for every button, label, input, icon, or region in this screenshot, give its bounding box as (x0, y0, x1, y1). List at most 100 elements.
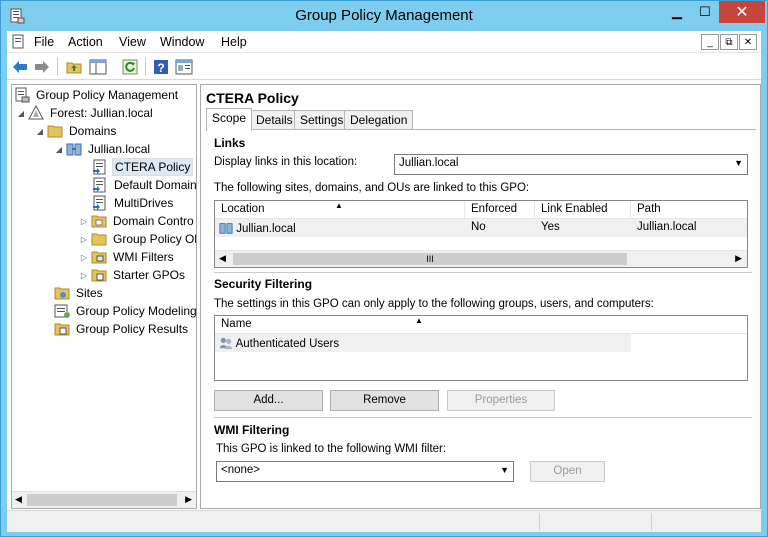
details-pane: CTERA Policy Scope Details Settings Dele… (200, 84, 761, 509)
menu-window[interactable]: Window (160, 35, 204, 49)
link-location-cell: Jullian.local (215, 219, 465, 237)
results-icon (54, 323, 70, 336)
scroll-right-icon[interactable]: ▶ (735, 253, 742, 264)
users-group-icon (219, 337, 233, 350)
menu-action[interactable]: Action (68, 35, 103, 49)
tree-label: Starter GPOs (113, 268, 186, 282)
tab-details[interactable]: Details (250, 110, 299, 130)
refresh-icon[interactable] (121, 58, 139, 76)
scroll-left-icon[interactable]: ◀ (15, 494, 22, 505)
links-location-dropdown[interactable]: Jullian.local ▼ (394, 154, 748, 175)
tree-node-default-domain[interactable]: Default Domain (92, 176, 196, 194)
mmc-document-icon[interactable] (11, 34, 27, 50)
tree-node-domains[interactable]: ◢ Domains (35, 122, 118, 140)
tab-delegation[interactable]: Delegation (344, 110, 414, 130)
minimize-button[interactable]: ▁ (663, 1, 691, 23)
link-path-cell: Jullian.local (637, 221, 697, 233)
column-link-enabled[interactable]: Link Enabled (535, 201, 631, 219)
up-folder-icon[interactable] (65, 58, 83, 76)
table-row[interactable]: Authenticated Users (215, 334, 631, 352)
tree-node-multidrives[interactable]: MultiDrives (92, 194, 175, 212)
close-button[interactable]: ✕ (719, 1, 765, 23)
column-enforced[interactable]: Enforced (465, 201, 535, 219)
tab-settings[interactable]: Settings (294, 110, 350, 130)
link-enabled-cell: Yes (541, 221, 560, 233)
folder-icon (91, 233, 107, 246)
scroll-left-icon[interactable]: ◀ (219, 253, 226, 264)
properties-icon[interactable] (175, 58, 193, 76)
links-list[interactable]: Location ▲ Enforced Link Enabled Path Ju… (214, 200, 748, 268)
tree-node-domain-controllers[interactable]: ▷ Domain Contro (79, 212, 196, 230)
table-row[interactable]: Jullian.local No Yes Jullian.local (215, 219, 747, 237)
folder-icon (91, 269, 107, 282)
tree-horizontal-scrollbar[interactable]: ◀ ▶ (12, 491, 196, 508)
security-list[interactable]: Name ▲ Authenticated Users (214, 315, 748, 381)
tree-node-gp-modeling[interactable]: Group Policy Modeling (54, 302, 196, 320)
remove-button[interactable]: Remove (330, 390, 439, 411)
wmi-filter-value: <none> (221, 464, 261, 476)
properties-button[interactable]: Properties (447, 390, 555, 411)
title-bar[interactable]: Group Policy Management ▁ ☐ ✕ (1, 1, 767, 31)
expand-arrow-icon[interactable]: ▷ (79, 253, 89, 262)
gpo-link-icon (93, 159, 106, 175)
wmi-filter-dropdown[interactable]: <none> ▼ (216, 461, 514, 482)
back-arrow-icon[interactable] (11, 58, 29, 76)
open-button[interactable]: Open (530, 461, 605, 482)
expand-arrow-icon[interactable]: ▷ (79, 217, 89, 226)
display-links-label: Display links in this location: (214, 156, 358, 168)
toolbar-separator (145, 58, 146, 76)
tree-node-ctera-policy[interactable]: CTERA Policy (92, 158, 194, 176)
expand-arrow-icon[interactable]: ▷ (79, 235, 89, 244)
console-tree[interactable]: Group Policy Management ◢ Forest: Jullia… (11, 84, 197, 509)
show-hide-tree-icon[interactable] (89, 58, 107, 76)
menu-view[interactable]: View (119, 35, 146, 49)
mdi-restore-button[interactable]: ⧉ (720, 34, 738, 50)
scope-tab-body: Links Display links in this location: Ju… (206, 129, 756, 508)
tab-scope[interactable]: Scope (206, 108, 253, 131)
column-location[interactable]: Location ▲ (215, 201, 465, 219)
tree-node-domain[interactable]: ◢ Jullian.local (54, 140, 152, 158)
links-list-header: Location ▲ Enforced Link Enabled Path (215, 201, 747, 219)
column-path[interactable]: Path (631, 201, 747, 219)
help-icon[interactable]: ? (152, 58, 170, 76)
mdi-minimize-button[interactable]: _ (701, 34, 719, 50)
scroll-thumb[interactable] (27, 494, 177, 506)
mdi-minimize-icon: _ (707, 36, 713, 48)
scroll-thumb[interactable]: III (233, 253, 627, 265)
status-cell (539, 513, 651, 531)
tree-node-starter-gpos[interactable]: ▷ Starter GPOs (79, 266, 187, 284)
tree-node-gp-results[interactable]: Group Policy Results (54, 320, 190, 338)
gpo-link-icon (93, 177, 106, 193)
mdi-close-button[interactable]: ✕ (739, 34, 757, 50)
forward-arrow-icon[interactable] (33, 58, 51, 76)
tree-node-gpm[interactable]: Group Policy Management (14, 86, 180, 104)
collapse-arrow-icon[interactable]: ◢ (35, 127, 45, 136)
tree-node-forest[interactable]: ◢ Forest: Jullian.local (16, 104, 155, 122)
links-horizontal-scrollbar[interactable]: ◀ III ▶ (215, 250, 747, 267)
tree-label: Jullian.local (88, 142, 151, 156)
menu-help[interactable]: Help (221, 35, 247, 49)
sort-up-icon: ▲ (335, 201, 343, 210)
tree-label: Group Policy Results (76, 322, 189, 336)
tree-node-sites[interactable]: Sites (54, 284, 105, 302)
wmi-filtering-heading: WMI Filtering (214, 423, 290, 437)
add-button[interactable]: Add... (214, 390, 323, 411)
collapse-arrow-icon[interactable]: ◢ (54, 145, 64, 154)
gpo-title: CTERA Policy (206, 90, 299, 106)
scroll-right-icon[interactable]: ▶ (185, 494, 192, 505)
tree-label: Group Policy Management (36, 88, 179, 102)
collapse-arrow-icon[interactable]: ◢ (16, 109, 26, 118)
expand-arrow-icon[interactable]: ▷ (79, 271, 89, 280)
tree-label: CTERA Policy (112, 158, 194, 176)
links-heading: Links (214, 136, 246, 150)
maximize-icon: ☐ (699, 4, 711, 19)
links-description: The following sites, domains, and OUs ar… (214, 182, 530, 194)
security-name-cell: Authenticated Users (215, 334, 345, 352)
maximize-button[interactable]: ☐ (691, 1, 719, 23)
security-name-text: Authenticated Users (235, 338, 340, 350)
column-name[interactable]: Name ▲ (215, 316, 631, 334)
column-name-label: Name (221, 318, 252, 330)
tree-node-wmi-filters[interactable]: ▷ WMI Filters (79, 248, 176, 266)
tree-node-gpo-objects[interactable]: ▷ Group Policy Ob (79, 230, 196, 248)
menu-file[interactable]: File (34, 35, 54, 49)
